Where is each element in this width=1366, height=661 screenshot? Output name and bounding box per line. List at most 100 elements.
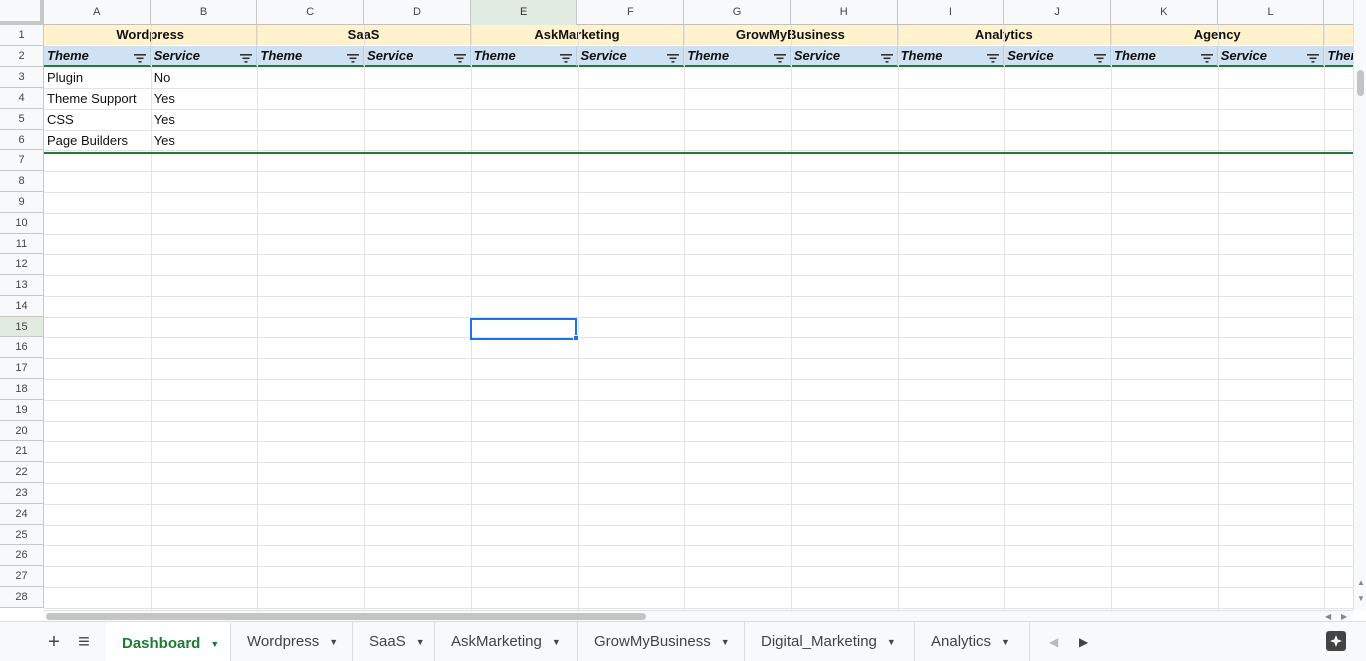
row-header-21[interactable]: 21	[0, 441, 44, 462]
cell-service[interactable]: Yes	[151, 110, 258, 130]
tab-dashboard[interactable]: Dashboard ▼	[106, 622, 231, 661]
row-header-24[interactable]: 24	[0, 504, 44, 525]
row-header-25[interactable]: 25	[0, 525, 44, 545]
cell-grid[interactable]: WordpressSaaSAskMarketingGrowMyBusinessA…	[44, 25, 1353, 610]
tab-askmarketing[interactable]: AskMarketing ▼	[435, 622, 578, 661]
row-header-5[interactable]: 5	[0, 109, 44, 130]
theme-header[interactable]: Theme	[44, 46, 151, 66]
row-header-7[interactable]: 7	[0, 150, 44, 171]
filter-icon[interactable]	[133, 50, 147, 63]
column-header-j[interactable]: J	[1004, 0, 1111, 25]
row-header-12[interactable]: 12	[0, 254, 44, 275]
row-header-17[interactable]: 17	[0, 358, 44, 379]
service-header[interactable]: Service	[151, 46, 258, 66]
row-header-4[interactable]: 4	[0, 88, 44, 109]
tab-scroll-right-icon[interactable]: ▶	[1079, 622, 1088, 661]
horizontal-scroll-thumb[interactable]	[46, 613, 646, 620]
cell-service[interactable]: Yes	[151, 89, 258, 109]
column-header-g[interactable]: G	[684, 0, 791, 25]
row-header-22[interactable]: 22	[0, 462, 44, 483]
select-all-corner[interactable]	[0, 0, 44, 25]
row-header-10[interactable]: 10	[0, 213, 44, 234]
tab-wordpress[interactable]: Wordpress ▼	[231, 622, 353, 661]
column-header-h[interactable]: H	[791, 0, 898, 25]
theme-header[interactable]: Theme	[1111, 46, 1218, 66]
cell-theme[interactable]: Page Builders	[44, 131, 151, 151]
theme-header-overflow[interactable]: Ther	[1324, 46, 1353, 66]
tab-growmybusiness[interactable]: GrowMyBusiness ▼	[578, 622, 745, 661]
column-header-e[interactable]: E	[470, 0, 578, 25]
theme-header[interactable]: Theme	[257, 46, 365, 66]
chevron-down-icon[interactable]: ▼	[1001, 622, 1010, 661]
service-header[interactable]: Service	[364, 46, 471, 66]
column-header-a[interactable]: A	[44, 0, 151, 25]
row-header-20[interactable]: 20	[0, 421, 44, 441]
filter-icon[interactable]	[773, 50, 787, 63]
service-header[interactable]: Service	[1218, 46, 1325, 66]
service-header[interactable]: Service	[578, 46, 685, 66]
row-header-18[interactable]: 18	[0, 379, 44, 400]
row-header-26[interactable]: 26	[0, 545, 44, 566]
scroll-up-icon[interactable]: ▲	[1357, 578, 1365, 588]
chevron-down-icon[interactable]: ▼	[210, 624, 219, 661]
tab-digital-marketing[interactable]: Digital_Marketing ▼	[745, 622, 915, 661]
row-header-6[interactable]: 6	[0, 130, 44, 150]
chevron-down-icon[interactable]: ▼	[887, 622, 896, 661]
fill-handle[interactable]	[573, 335, 579, 341]
tab-analytics[interactable]: Analytics ▼	[915, 622, 1030, 661]
filter-icon[interactable]	[453, 50, 467, 63]
theme-header[interactable]: Theme	[898, 46, 1005, 66]
row-header-28[interactable]: 28	[0, 587, 44, 608]
row-header-11[interactable]: 11	[0, 234, 44, 254]
tab-scroll-left-icon[interactable]: ◀	[1049, 622, 1058, 661]
filter-icon[interactable]	[239, 50, 253, 63]
freeze-divider[interactable]	[44, 152, 1353, 154]
cell-theme[interactable]: CSS	[44, 110, 151, 130]
filter-icon[interactable]	[1093, 50, 1107, 63]
filter-icon[interactable]	[880, 50, 894, 63]
row-header-3[interactable]: 3	[0, 67, 44, 88]
chevron-down-icon[interactable]: ▼	[552, 622, 561, 661]
filter-icon[interactable]	[559, 50, 573, 63]
service-header[interactable]: Service	[791, 46, 898, 66]
cell-service[interactable]: Yes	[151, 131, 258, 151]
row-header-14[interactable]: 14	[0, 296, 44, 317]
row-header-1[interactable]: 1	[0, 25, 44, 46]
filter-icon[interactable]	[986, 50, 1000, 63]
row-header-27[interactable]: 27	[0, 566, 44, 587]
cell-theme[interactable]: Plugin	[44, 68, 151, 88]
tab-saas[interactable]: SaaS ▼	[353, 622, 435, 661]
scroll-down-icon[interactable]: ▼	[1357, 594, 1365, 604]
filter-icon[interactable]	[1306, 50, 1320, 63]
row-header-19[interactable]: 19	[0, 400, 44, 421]
column-header-k[interactable]: K	[1111, 0, 1218, 25]
explore-icon[interactable]	[1326, 631, 1346, 651]
column-header-l[interactable]: L	[1218, 0, 1325, 25]
filter-icon[interactable]	[666, 50, 680, 63]
row-header-15[interactable]: 15	[0, 317, 44, 337]
row-header-9[interactable]: 9	[0, 192, 44, 213]
filter-icon[interactable]	[346, 50, 360, 63]
row-header-8[interactable]: 8	[0, 171, 44, 192]
theme-header[interactable]: Theme	[684, 46, 791, 66]
theme-header[interactable]: Theme	[471, 46, 578, 66]
list-icon[interactable]: ≡	[72, 630, 96, 654]
column-header-b[interactable]: B	[151, 0, 258, 25]
cell-theme[interactable]: Theme Support	[44, 89, 151, 109]
vertical-scrollbar[interactable]: ▲ ▼	[1353, 0, 1366, 610]
filter-icon[interactable]	[1200, 50, 1214, 63]
column-header-f[interactable]: F	[578, 0, 685, 25]
column-header-d[interactable]: D	[364, 0, 471, 25]
chevron-down-icon[interactable]: ▼	[416, 622, 425, 661]
chevron-down-icon[interactable]: ▼	[329, 622, 338, 661]
row-header-23[interactable]: 23	[0, 483, 44, 504]
row-header-16[interactable]: 16	[0, 337, 44, 358]
vertical-scroll-thumb[interactable]	[1357, 70, 1364, 96]
plus-icon[interactable]: +	[42, 630, 66, 654]
service-header[interactable]: Service	[1004, 46, 1111, 66]
cell-service[interactable]: No	[151, 68, 258, 88]
chevron-down-icon[interactable]: ▼	[721, 622, 730, 661]
row-header-2[interactable]: 2	[0, 46, 44, 67]
column-header-i[interactable]: I	[898, 0, 1005, 25]
column-header-c[interactable]: C	[257, 0, 365, 25]
